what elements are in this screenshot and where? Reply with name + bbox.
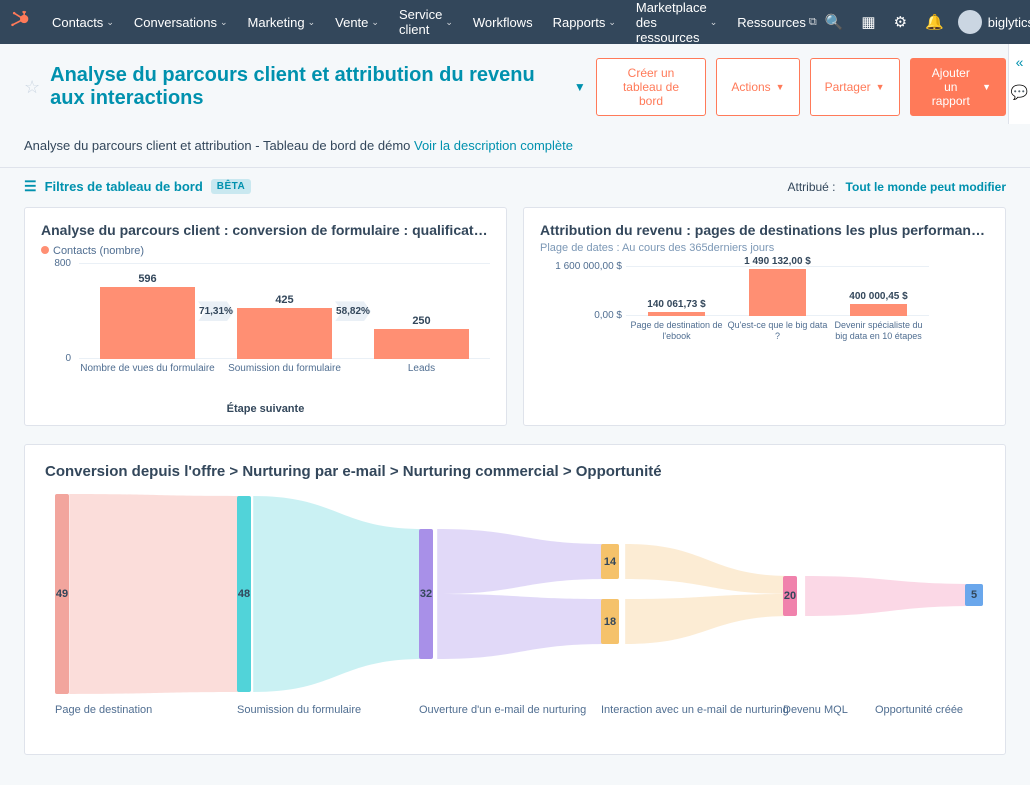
bar-value: 140 061,73 $ [626, 299, 727, 310]
beta-badge: BÊTA [211, 179, 251, 194]
sankey-node: 48 [237, 496, 251, 692]
nav-item-service-client[interactable]: Service client⌄ [391, 0, 461, 51]
bar-column: 400 000,45 $ Devenir spécialiste du big … [828, 266, 929, 316]
share-button[interactable]: Partager▼ [810, 58, 900, 116]
dashboard-subheader: Analyse du parcours client et attributio… [24, 138, 1006, 153]
bar [850, 304, 907, 317]
chevron-down-icon: ⌄ [106, 17, 114, 28]
caret-down-icon: ▼ [776, 82, 785, 92]
bar-column: 58,82% 250 Leads [353, 263, 490, 359]
caret-down-icon: ▼ [574, 80, 586, 94]
legend-dot-icon [41, 246, 49, 254]
description-link[interactable]: Voir la description complète [414, 138, 573, 153]
nav-item-ressources[interactable]: Ressources⧉ [729, 0, 825, 51]
nav-item-rapports[interactable]: Rapports⌄ [545, 0, 624, 51]
sankey-node-label: Soumission du formulaire [237, 704, 361, 716]
sankey-node-label: Interaction avec un e-mail de nurturing [601, 704, 789, 716]
caret-down-icon: ▼ [982, 82, 991, 92]
sankey-node: 18 [601, 599, 619, 644]
caret-down-icon: ▼ [876, 82, 885, 92]
account-name: biglytics.net [988, 15, 1030, 30]
sankey-node-label: Devenu MQL [783, 704, 848, 716]
sankey-node: 20 [783, 576, 797, 616]
bar-value: 1 490 132,00 $ [727, 256, 828, 267]
card-revenue-attribution[interactable]: Attribution du revenu : pages de destina… [523, 207, 1006, 426]
nav-item-vente[interactable]: Vente⌄ [327, 0, 387, 51]
nav-utilities: 🔍 ▦ ⚙ 🔔 [825, 13, 944, 31]
top-nav: Contacts⌄Conversations⌄Marketing⌄Vente⌄S… [0, 0, 1030, 44]
chevron-down-icon: ⌄ [710, 17, 718, 28]
card-title: Conversion depuis l'offre > Nurturing pa… [45, 463, 985, 480]
card-subtitle: Plage de dates : Au cours des 365dernier… [540, 242, 989, 254]
nav-items: Contacts⌄Conversations⌄Marketing⌄Vente⌄S… [44, 0, 825, 51]
filter-icon: ☰ [24, 178, 37, 195]
actions-button[interactable]: Actions▼ [716, 58, 799, 116]
bar-column: 1 490 132,00 $ Qu'est-ce que le big data… [727, 266, 828, 316]
bar-x-label: Qu'est-ce que le big data ? [727, 320, 828, 342]
funnel-chart: 800 0 596 Nombre de vues du formulaire 7… [41, 263, 490, 383]
card-title: Attribution du revenu : pages de destina… [540, 222, 989, 238]
avatar [958, 10, 982, 34]
card-sankey[interactable]: Conversion depuis l'offre > Nurturing pa… [24, 444, 1006, 755]
assigned-to-link[interactable]: Tout le monde peut modifier [846, 180, 1006, 194]
nav-item-contacts[interactable]: Contacts⌄ [44, 0, 122, 51]
search-icon[interactable]: 🔍 [825, 13, 844, 31]
bar [237, 308, 333, 359]
settings-gear-icon[interactable]: ⚙ [894, 13, 907, 31]
add-report-button[interactable]: Ajouter un rapport▼ [910, 58, 1006, 116]
hubspot-logo-icon[interactable] [10, 9, 30, 35]
account-switcher[interactable]: biglytics.net ▾ [958, 10, 1030, 34]
sankey-node: 5 [965, 584, 983, 606]
page-header: ☆ Analyse du parcours client et attribut… [24, 58, 1006, 116]
sankey-node: 49 [55, 494, 69, 694]
x-axis-title: Étape suivante [41, 403, 490, 415]
bar [749, 269, 806, 316]
nav-item-workflows[interactable]: Workflows [465, 0, 541, 51]
sankey-node: 32 [419, 529, 433, 659]
bar-x-label: Nombre de vues du formulaire [79, 363, 216, 374]
bar-value: 400 000,45 $ [828, 291, 929, 302]
conversion-arrow: 58,82% [335, 301, 371, 321]
chevron-down-icon: ⌄ [445, 17, 453, 28]
chevron-down-icon: ⌄ [371, 17, 379, 28]
nav-item-marketplace-des-ressources[interactable]: Marketplace des ressources⌄ [628, 0, 725, 51]
sankey-node-label: Ouverture d'un e-mail de nurturing [419, 704, 586, 716]
chevron-down-icon: ⌄ [220, 17, 228, 28]
bar-column: 71,31% 425 Soumission du formulaire [216, 263, 353, 359]
conversion-arrow: 71,31% [198, 301, 234, 321]
card-funnel-conversion[interactable]: Analyse du parcours client : conversion … [24, 207, 507, 426]
marketplace-icon[interactable]: ▦ [861, 13, 875, 31]
bar-value: 425 [216, 294, 353, 306]
filters-row: ☰ Filtres de tableau de bord BÊTA Attrib… [24, 168, 1006, 203]
chevron-down-icon: ⌄ [608, 17, 616, 28]
bar-column: 140 061,73 $ Page de destination de l'eb… [626, 266, 727, 316]
revenue-chart: 1 600 000,00 $ 0,00 $ 140 061,73 $ Page … [540, 266, 989, 356]
nav-item-conversations[interactable]: Conversations⌄ [126, 0, 236, 51]
favorite-star-icon[interactable]: ☆ [24, 77, 40, 98]
bar-x-label: Soumission du formulaire [216, 363, 353, 374]
dashboard-title[interactable]: Analyse du parcours client et attributio… [50, 64, 586, 110]
external-link-icon: ⧉ [809, 16, 817, 29]
bar-x-label: Page de destination de l'ebook [626, 320, 727, 342]
bar-value: 250 [353, 315, 490, 327]
sankey-chart: 49 48 32 14 18 20 5 Page de destination Soumiss… [45, 494, 985, 724]
bar-x-label: Devenir spécialiste du big data en 10 ét… [828, 320, 929, 342]
sankey-node-label: Opportunité créée [875, 704, 963, 716]
dashboard-filters[interactable]: ☰ Filtres de tableau de bord BÊTA [24, 178, 251, 195]
bar-x-label: Leads [353, 363, 490, 374]
bar [648, 312, 705, 316]
nav-item-marketing[interactable]: Marketing⌄ [240, 0, 324, 51]
bar-value: 596 [79, 273, 216, 285]
sankey-node: 14 [601, 544, 619, 579]
create-dashboard-button[interactable]: Créer un tableau de bord [596, 58, 707, 116]
bar [100, 287, 196, 359]
card-title: Analyse du parcours client : conversion … [41, 222, 490, 238]
chevron-down-icon: ⌄ [308, 17, 316, 28]
bar [374, 329, 470, 359]
bar-column: 596 Nombre de vues du formulaire [79, 263, 216, 359]
notifications-bell-icon[interactable]: 🔔 [925, 13, 944, 31]
sankey-node-label: Page de destination [55, 704, 152, 716]
